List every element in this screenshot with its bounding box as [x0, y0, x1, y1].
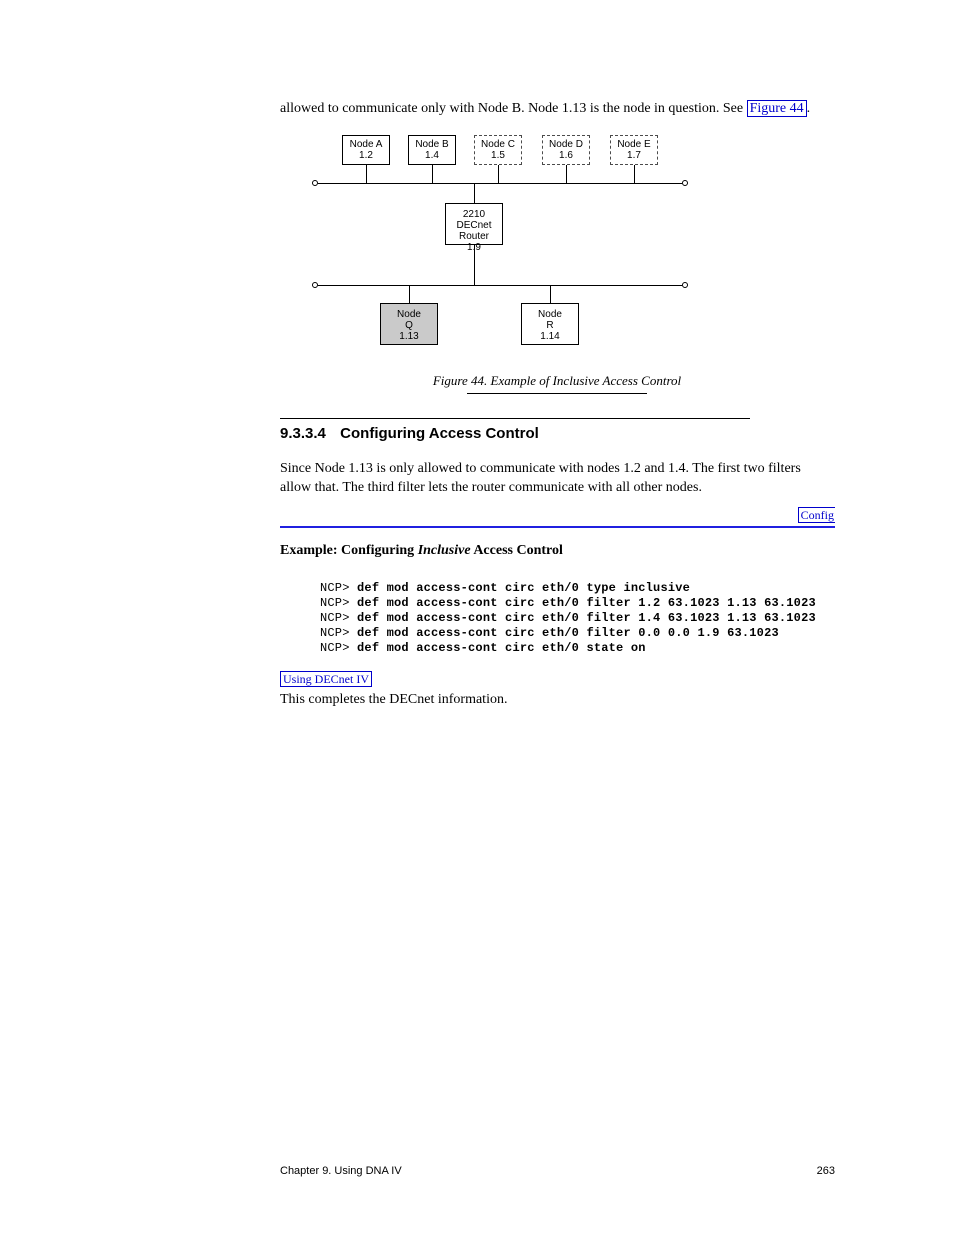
- code-prompt-2: NCP>: [320, 611, 357, 625]
- section-number: 9.3.3.4: [280, 425, 336, 442]
- example-title-a: Example: Configuring: [280, 543, 418, 558]
- code-prompt-0: NCP>: [320, 581, 357, 595]
- node-c-box: Node C1.5: [474, 135, 522, 165]
- code-prompt-4: NCP>: [320, 641, 357, 655]
- node-a-box: Node A1.2: [342, 135, 390, 165]
- drop-e: [634, 165, 635, 183]
- figure-caption: Figure 44. Example of Inclusive Access C…: [280, 373, 834, 389]
- node-b-box: Node B1.4: [408, 135, 456, 165]
- drop-a: [366, 165, 367, 183]
- config-link[interactable]: Config: [798, 508, 835, 523]
- using-decnet-link[interactable]: Using DECnet IV: [280, 672, 834, 687]
- drop-c: [498, 165, 499, 183]
- figure-44-diagram: Node A1.2 Node B1.4 Node C1.5 Node D1.6 …: [310, 135, 700, 365]
- intro-paragraph: allowed to communicate only with Node B.…: [280, 100, 834, 119]
- figure-caption-rule: [467, 393, 647, 394]
- node-d-box: Node D1.6: [542, 135, 590, 165]
- code-cmd-2: def mod access-cont circ eth/0 filter 1.…: [357, 611, 816, 625]
- footer-left: Chapter 9. Using DNA IV: [280, 1165, 402, 1177]
- node-q-box: NodeQ1.13: [380, 303, 438, 345]
- config-separator: Config: [280, 526, 835, 528]
- code-cmd-1: def mod access-cont circ eth/0 filter 1.…: [357, 596, 816, 610]
- intro-text-a: allowed to communicate only with Node B.…: [280, 101, 747, 116]
- section-heading: 9.3.3.4 Configuring Access Control: [280, 425, 834, 442]
- code-prompt-1: NCP>: [320, 596, 357, 610]
- top-bus: [318, 183, 682, 184]
- code-block: NCP> def mod access-cont circ eth/0 type…: [320, 581, 834, 656]
- intro-text-b: .: [807, 101, 811, 116]
- example-title: Example: Configuring Inclusive Access Co…: [280, 542, 834, 561]
- config-rule: [280, 526, 835, 528]
- section-rule: [280, 418, 750, 419]
- bottom-bus: [318, 285, 682, 286]
- section-title: Configuring Access Control: [340, 425, 539, 442]
- example-title-em: Inclusive: [418, 543, 471, 558]
- drop-q: [409, 285, 410, 303]
- code-cmd-4: def mod access-cont circ eth/0 state on: [357, 641, 646, 655]
- code-cmd-0: def mod access-cont circ eth/0 type incl…: [357, 581, 690, 595]
- router-box: 2210DECnetRouter1.9: [445, 203, 503, 245]
- code-cmd-3: def mod access-cont circ eth/0 filter 0.…: [357, 626, 779, 640]
- ingress-paragraph: Since Node 1.13 is only allowed to commu…: [280, 460, 834, 498]
- drop-r: [550, 285, 551, 303]
- node-e-box: Node E1.7: [610, 135, 658, 165]
- figure-ref-link[interactable]: Figure 44: [747, 100, 807, 117]
- code-prompt-3: NCP>: [320, 626, 357, 640]
- node-r-box: NodeR1.14: [521, 303, 579, 345]
- footer-right: 263: [817, 1165, 835, 1177]
- page-footer: Chapter 9. Using DNA IV 263: [280, 1165, 835, 1177]
- drop-d: [566, 165, 567, 183]
- drop-b: [432, 165, 433, 183]
- example-title-b: Access Control: [473, 543, 563, 558]
- outro-paragraph: This completes the DECnet information.: [280, 691, 834, 710]
- router-uplink: [474, 183, 475, 203]
- router-downlink: [474, 245, 475, 285]
